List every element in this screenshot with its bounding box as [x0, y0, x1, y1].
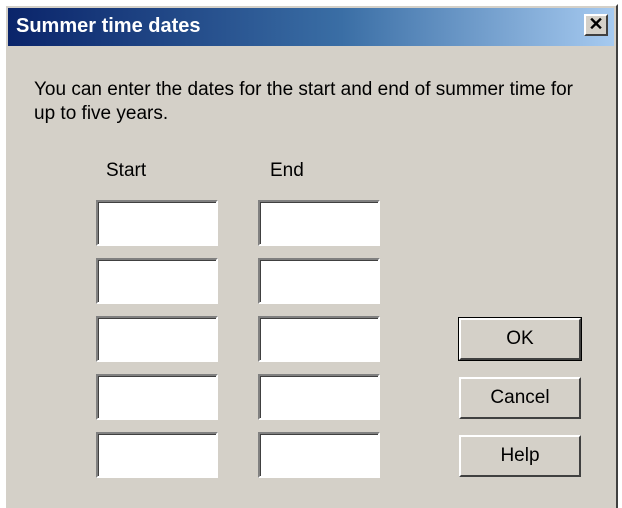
start-date-1-input[interactable]	[96, 200, 218, 246]
end-date-2-input[interactable]	[258, 258, 380, 304]
close-button[interactable]: ✕	[584, 14, 608, 36]
start-date-5-input[interactable]	[96, 432, 218, 478]
ok-button[interactable]: OK	[458, 317, 582, 361]
cancel-button[interactable]: Cancel	[459, 377, 581, 419]
dialog-title: Summer time dates	[16, 15, 201, 37]
instructions-text: You can enter the dates for the start an…	[34, 79, 573, 124]
help-button[interactable]: Help	[459, 435, 581, 477]
title-bar[interactable]: Summer time dates ✕	[8, 8, 614, 46]
end-column-label: End	[270, 160, 304, 181]
start-column-label: Start	[106, 160, 147, 181]
start-date-4-input[interactable]	[96, 374, 218, 420]
start-date-3-input[interactable]	[96, 316, 218, 362]
end-date-5-input[interactable]	[258, 432, 380, 478]
end-date-3-input[interactable]	[258, 316, 380, 362]
close-icon: ✕	[588, 14, 604, 34]
end-date-4-input[interactable]	[258, 374, 380, 420]
end-date-1-input[interactable]	[258, 200, 380, 246]
start-date-2-input[interactable]	[96, 258, 218, 304]
summer-time-dialog: Summer time dates ✕ You can enter the da…	[4, 4, 618, 508]
